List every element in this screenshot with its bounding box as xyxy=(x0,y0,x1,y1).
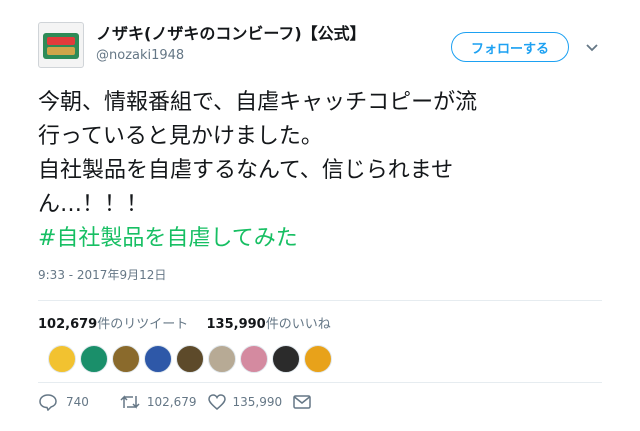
liker-avatar[interactable] xyxy=(240,345,268,373)
user-handle[interactable]: @nozaki1948 xyxy=(96,48,184,63)
display-name[interactable]: ノザキ(ノザキのコンビーフ)【公式】 xyxy=(96,20,366,44)
tweet-line: ん…！！！ xyxy=(38,192,149,217)
chevron-down-icon[interactable] xyxy=(584,40,600,56)
tweet-text: 今朝、情報番組で、自虐キャッチコピーが流 行っていると見かけました。 自社製品を… xyxy=(38,86,598,256)
tweet-timestamp[interactable]: 9:33 - 2017年9月12日 xyxy=(38,266,166,283)
profile-avatar[interactable] xyxy=(38,22,84,68)
liker-avatars xyxy=(48,345,332,373)
reply-button[interactable]: 740 xyxy=(38,393,89,411)
liker-avatar[interactable] xyxy=(112,345,140,373)
retweet-action-count: 102,679 xyxy=(146,395,197,409)
tweet-line: 自社製品を自虐するなんて、信じられませ xyxy=(38,158,454,183)
engagement-stats: 102,679件のリツイート 135,990件のいいね xyxy=(38,313,331,332)
like-count[interactable]: 135,990 xyxy=(207,317,266,332)
liker-avatar[interactable] xyxy=(48,345,76,373)
tweet-actions: 740 102,679 135,990 xyxy=(38,393,312,411)
divider xyxy=(38,300,602,301)
reply-icon xyxy=(39,394,57,411)
follow-button[interactable]: フォローする xyxy=(451,32,569,62)
like-label[interactable]: 件のいいね xyxy=(266,317,331,332)
tweet-line: 今朝、情報番組で、自虐キャッチコピーが流 xyxy=(38,90,478,115)
hashtag-link[interactable]: #自社製品を自虐してみた xyxy=(38,222,598,256)
tweet-line: 行っていると見かけました。 xyxy=(38,124,323,149)
retweet-count[interactable]: 102,679 xyxy=(38,317,97,332)
like-action-count: 135,990 xyxy=(232,395,283,409)
retweet-label[interactable]: 件のリツイート xyxy=(97,317,188,332)
reply-count: 740 xyxy=(66,395,89,409)
liker-avatar[interactable] xyxy=(144,345,172,373)
like-button[interactable]: 135,990 xyxy=(207,393,283,411)
envelope-icon xyxy=(293,395,311,409)
direct-message-button[interactable] xyxy=(292,394,312,410)
liker-avatar[interactable] xyxy=(272,345,300,373)
divider xyxy=(38,382,602,383)
liker-avatar[interactable] xyxy=(176,345,204,373)
liker-avatar[interactable] xyxy=(208,345,236,373)
liker-avatar[interactable] xyxy=(80,345,108,373)
retweet-button[interactable]: 102,679 xyxy=(119,393,197,411)
heart-icon xyxy=(207,394,226,410)
liker-avatar[interactable] xyxy=(304,345,332,373)
retweet-icon xyxy=(120,395,140,409)
